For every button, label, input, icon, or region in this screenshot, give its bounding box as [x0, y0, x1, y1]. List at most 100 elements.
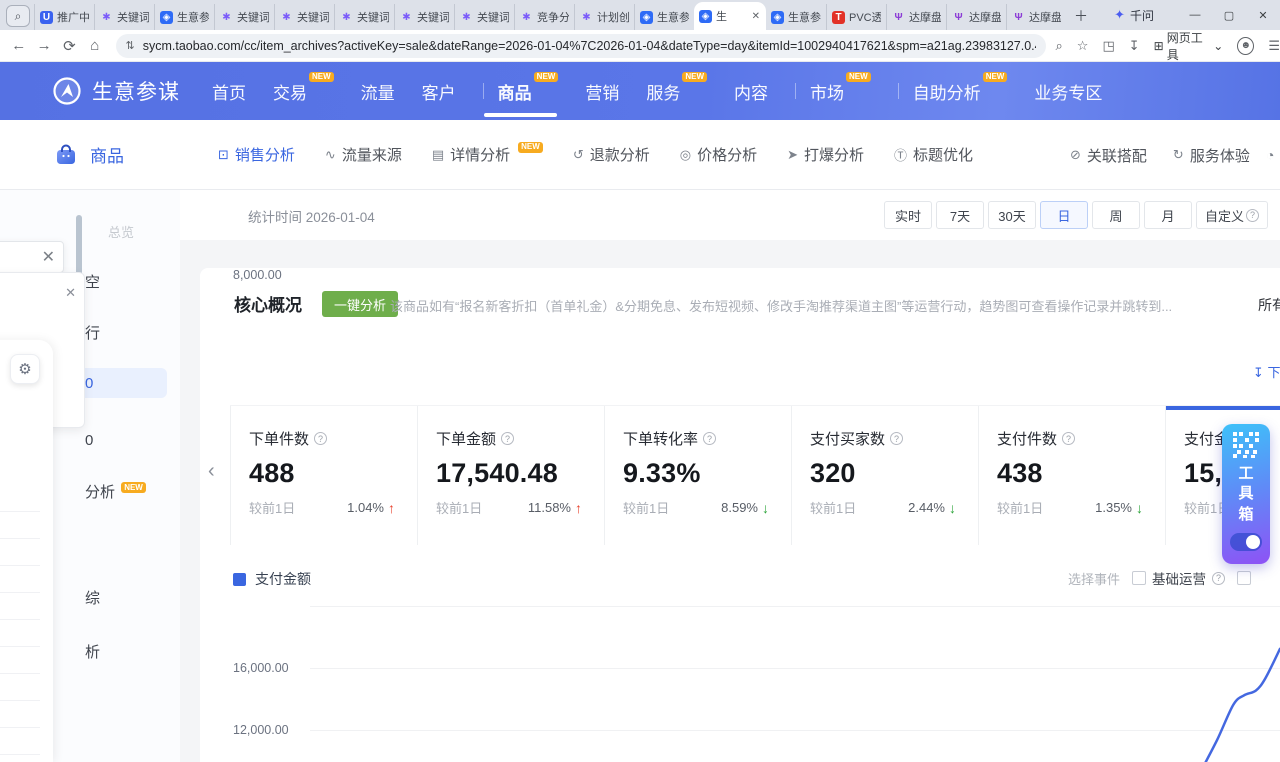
- nav-item[interactable]: 商品 NEW: [483, 79, 559, 104]
- metrics-scroll-left-chevron[interactable]: ‹: [208, 460, 215, 483]
- nav-item[interactable]: 业务专区: [1034, 79, 1102, 104]
- sidebar-item[interactable]: 空: [85, 271, 100, 292]
- overview-more-link[interactable]: 所有: [1258, 295, 1280, 315]
- sycm-logo-icon: [52, 76, 82, 106]
- browser-menu-icon[interactable]: ☰: [1268, 38, 1280, 54]
- sidebar-item[interactable]: 0: [85, 432, 93, 449]
- toolbox-widget[interactable]: 工具箱: [1222, 424, 1270, 564]
- assistant-label: 千问: [1130, 7, 1154, 24]
- new-badge: NEW: [121, 482, 146, 493]
- nav-item[interactable]: 自助分析 NEW: [898, 79, 1008, 104]
- info-icon[interactable]: ?: [703, 432, 716, 445]
- nav-item[interactable]: 首页: [212, 79, 246, 104]
- metric-card[interactable]: 支付件数 ? 438 较前1日 1.35% ↓: [978, 406, 1165, 545]
- browser-tab[interactable]: ✱ 计划创: [574, 4, 634, 30]
- metric-card[interactable]: 下单金额 ? 17,540.48 较前1日 11.58% ↑: [417, 406, 604, 545]
- home-icon[interactable]: ⌂: [82, 37, 107, 54]
- nav-item[interactable]: 内容: [734, 79, 768, 104]
- browser-tab[interactable]: ✱ 关键词: [394, 4, 454, 30]
- browser-tab[interactable]: ✱ 关键词: [454, 4, 514, 30]
- sidebar-item-label: 分析: [85, 484, 115, 501]
- date-range-button[interactable]: 自定义 ?: [1196, 201, 1268, 229]
- download-link[interactable]: ↧ 下载: [1253, 362, 1280, 381]
- tab-close-icon[interactable]: ✕: [751, 11, 761, 22]
- close-icon[interactable]: ✕: [42, 247, 55, 267]
- info-icon[interactable]: ?: [1062, 432, 1075, 445]
- info-icon[interactable]: ?: [314, 432, 327, 445]
- tab-title: 生: [716, 8, 747, 24]
- browser-tab[interactable]: Ψ 达摩盘: [946, 4, 1006, 30]
- web-tools-menu[interactable]: ⊞ 网页工具 ⌄: [1154, 29, 1224, 63]
- brand[interactable]: 生意参谋: [52, 76, 180, 106]
- forward-icon[interactable]: →: [31, 37, 56, 54]
- browser-tab[interactable]: ◈ 生意参: [154, 4, 214, 30]
- browser-tab[interactable]: ◈ 生 ✕: [694, 2, 766, 30]
- site-info-icon[interactable]: ⇅: [126, 39, 135, 52]
- browser-tab[interactable]: T PVC透: [826, 4, 886, 30]
- analysis-tab[interactable]: ➤ 打爆分析: [787, 144, 864, 165]
- date-range-button[interactable]: 30天: [988, 201, 1036, 229]
- toolbar-link[interactable]: ↻ 服务体验: [1173, 145, 1250, 166]
- sidebar-item[interactable]: 0: [85, 375, 93, 392]
- download-icon[interactable]: ↧: [1129, 38, 1140, 54]
- date-range-button[interactable]: 月: [1144, 201, 1192, 229]
- browser-tab[interactable]: ✱ 关键词: [214, 4, 274, 30]
- analysis-tab[interactable]: ⊡ 销售分析: [218, 144, 295, 165]
- nav-item[interactable]: 营销: [585, 79, 619, 104]
- browser-tab[interactable]: Ψ 达摩盘: [1006, 4, 1066, 30]
- date-range-button[interactable]: 日: [1040, 201, 1088, 229]
- chevron-down-icon[interactable]: ⌄: [0, 247, 2, 267]
- date-range-button[interactable]: 周: [1092, 201, 1140, 229]
- tab-favicon: ◈: [771, 11, 784, 24]
- nav-item[interactable]: 流量: [361, 79, 395, 104]
- maximize-button[interactable]: ▢: [1212, 0, 1246, 30]
- minimize-button[interactable]: —: [1178, 0, 1212, 30]
- close-icon[interactable]: ✕: [65, 285, 76, 301]
- bookmark-star-icon[interactable]: ☆: [1077, 38, 1089, 54]
- sidebar-item[interactable]: 行: [85, 322, 100, 343]
- browser-tab[interactable]: U 推广中: [34, 4, 94, 30]
- sidebar-item[interactable]: 分析 NEW: [85, 481, 146, 502]
- payment-trend-chart[interactable]: [200, 538, 1280, 762]
- assistant-button[interactable]: ✦ 千问: [1104, 5, 1164, 26]
- nav-item[interactable]: 服务 NEW: [646, 79, 707, 104]
- zoom-icon[interactable]: ⌕: [1056, 38, 1063, 54]
- tab-search-button[interactable]: ⌕: [6, 5, 30, 27]
- analysis-tab[interactable]: ∿ 流量来源: [325, 144, 402, 165]
- new-tab-button[interactable]: ＋: [1070, 5, 1092, 27]
- profile-avatar[interactable]: ☻: [1237, 37, 1254, 55]
- metric-card[interactable]: 下单件数 ? 488 较前1日 1.04% ↑: [230, 406, 417, 545]
- url-bar[interactable]: ⇅ sycm.taobao.com/cc/item_archives?activ…: [116, 34, 1046, 58]
- gear-icon[interactable]: ⚙: [10, 354, 40, 384]
- browser-tab[interactable]: ◈ 生意参: [766, 4, 826, 30]
- info-icon[interactable]: ?: [890, 432, 903, 445]
- metric-card[interactable]: 下单转化率 ? 9.33% 较前1日 8.59% ↓: [604, 406, 791, 545]
- sidebar-item[interactable]: 析: [85, 641, 100, 662]
- metric-card[interactable]: 支付买家数 ? 320 较前1日 2.44% ↓: [791, 406, 978, 545]
- reload-icon[interactable]: ⟳: [57, 37, 82, 55]
- date-range-button[interactable]: 7天: [936, 201, 984, 229]
- browser-tab[interactable]: ◈ 生意参: [634, 4, 694, 30]
- browser-tab[interactable]: ✱ 关键词: [334, 4, 394, 30]
- nav-item[interactable]: 市场 NEW: [795, 79, 871, 104]
- tab-favicon: ✱: [220, 11, 233, 24]
- toolbar-link[interactable]: ⊘ 关联搭配: [1070, 145, 1147, 166]
- one-click-analyze-button[interactable]: 一键分析: [322, 291, 398, 317]
- nav-item[interactable]: 客户: [422, 79, 456, 104]
- analysis-tab[interactable]: ↺ 退款分析: [573, 144, 650, 165]
- nav-item[interactable]: 交易 NEW: [273, 79, 334, 104]
- analysis-tab[interactable]: ◎ 价格分析: [680, 144, 757, 165]
- browser-tab[interactable]: ✱ 竞争分: [514, 4, 574, 30]
- back-icon[interactable]: ←: [6, 37, 31, 54]
- close-window-button[interactable]: ✕: [1246, 0, 1280, 30]
- browser-tab[interactable]: ✱ 关键词: [94, 4, 154, 30]
- browser-tab[interactable]: Ψ 达摩盘: [886, 4, 946, 30]
- sidebar-item[interactable]: 综: [85, 587, 100, 608]
- extension-icon[interactable]: ◳: [1102, 38, 1114, 54]
- date-range-button[interactable]: 实时: [884, 201, 932, 229]
- analysis-tab[interactable]: ▤ 详情分析 NEW: [432, 144, 543, 165]
- toolbox-toggle[interactable]: [1230, 533, 1262, 551]
- info-icon[interactable]: ?: [501, 432, 514, 445]
- browser-tab[interactable]: ✱ 关键词: [274, 4, 334, 30]
- analysis-tab[interactable]: Ⓣ 标题优化: [894, 144, 973, 165]
